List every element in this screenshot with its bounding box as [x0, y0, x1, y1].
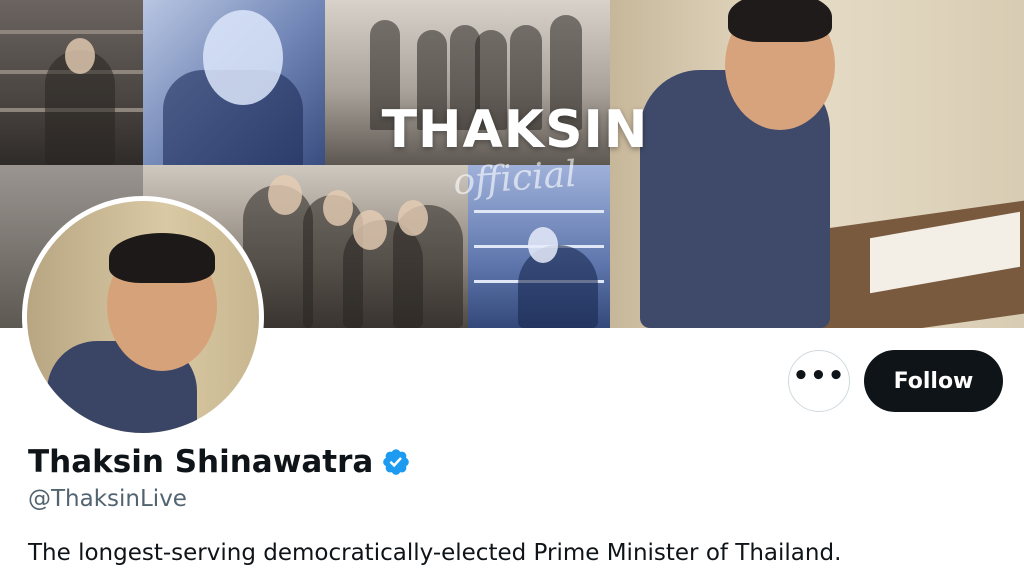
- more-options-icon: •••: [792, 361, 846, 391]
- profile-bio: The longest-serving democratically-elect…: [28, 540, 842, 566]
- follow-button[interactable]: Follow: [864, 350, 1003, 412]
- profile-handle: @ThaksinLive: [28, 486, 187, 512]
- banner-photo-desk: [610, 0, 1024, 328]
- more-options-button[interactable]: •••: [788, 350, 850, 412]
- verified-badge-icon: [383, 449, 410, 475]
- profile-avatar[interactable]: [22, 196, 264, 438]
- display-name: Thaksin Shinawatra: [28, 444, 374, 480]
- profile-name-row: Thaksin Shinawatra: [28, 444, 411, 480]
- banner-photo-portrait: [143, 0, 325, 165]
- banner-title: THAKSIN: [381, 100, 649, 160]
- banner-photo-study: [0, 0, 143, 165]
